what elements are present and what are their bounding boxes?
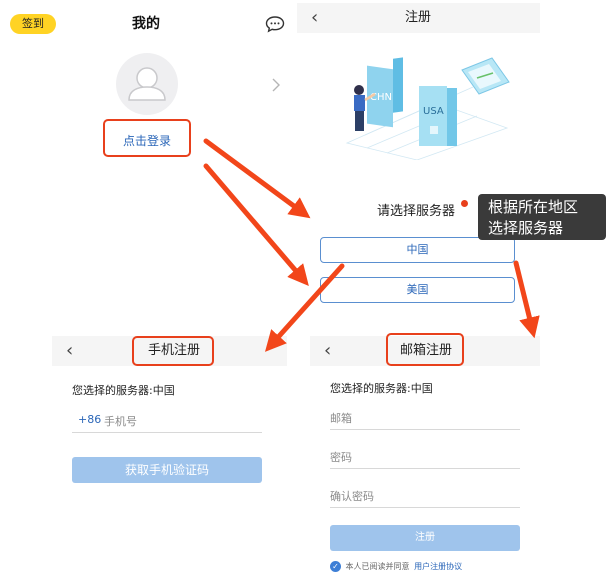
- get-code-label: 获取手机验证码: [124, 463, 209, 477]
- back-chevron-icon[interactable]: ‹: [324, 336, 331, 366]
- server-illustration: CHN USA: [327, 48, 517, 161]
- phone-input-underline: [72, 432, 262, 433]
- agreement-link[interactable]: 用户注册协议: [414, 562, 462, 571]
- phone-input[interactable]: 手机号: [104, 413, 137, 429]
- server-option-label: 美国: [406, 283, 429, 296]
- confirm-underline: [330, 507, 520, 508]
- phone-register-panel: ‹ 手机注册 您选择的服务器:中国 +86 手机号 获取手机验证码: [52, 336, 287, 516]
- submit-register-button[interactable]: 注册: [330, 525, 520, 551]
- signin-badge[interactable]: 签到: [10, 14, 56, 34]
- password-underline: [330, 468, 520, 469]
- callout-box: 根据所在地区 选择服务器: [478, 194, 606, 240]
- callout-line-1: 根据所在地区: [488, 198, 579, 216]
- email-title-highlight: [386, 333, 464, 366]
- register-title: 注册: [404, 10, 431, 25]
- password-input[interactable]: 密码: [330, 449, 352, 465]
- get-code-button[interactable]: 获取手机验证码: [72, 457, 262, 483]
- back-chevron-icon[interactable]: ‹: [66, 336, 73, 366]
- usa-label: USA: [423, 106, 444, 117]
- register-panel: ‹ 注册 CHN USA 请选择服务器 中国 美国: [297, 0, 540, 310]
- agree-checkbox-icon[interactable]: ✓: [330, 561, 341, 572]
- callout-dot: [461, 200, 468, 207]
- country-code[interactable]: +86: [78, 413, 101, 426]
- profile-panel: 签到 我的 点击登录: [0, 0, 295, 200]
- chevron-right-icon[interactable]: [271, 77, 281, 93]
- phone-input-row[interactable]: +86 手机号: [72, 410, 262, 432]
- phone-server-text: 您选择的服务器:中国: [72, 384, 175, 397]
- server-prompt: 请选择服务器: [377, 204, 456, 219]
- back-chevron-icon[interactable]: ‹: [311, 3, 318, 33]
- email-register-panel: ‹ 邮箱注册 您选择的服务器:中国 邮箱 密码 确认密码 注册 ✓ 本人已阅读并…: [310, 333, 540, 580]
- signin-label: 签到: [22, 17, 44, 30]
- message-icon[interactable]: [265, 15, 285, 33]
- server-option-usa[interactable]: 美国: [320, 277, 515, 303]
- email-input[interactable]: 邮箱: [330, 410, 352, 426]
- login-highlight: [103, 119, 191, 157]
- callout-line-2: 选择服务器: [488, 219, 564, 237]
- server-option-label: 中国: [406, 243, 429, 256]
- agree-text: 本人已阅读并同意: [345, 562, 410, 571]
- submit-label: 注册: [415, 532, 435, 543]
- email-underline: [330, 429, 520, 430]
- server-option-china[interactable]: 中国: [320, 237, 515, 263]
- phone-title-highlight: [132, 336, 214, 366]
- confirm-password-input[interactable]: 确认密码: [330, 488, 374, 504]
- user-icon: [128, 67, 166, 101]
- register-navbar: ‹ 注册: [297, 3, 540, 33]
- email-server-text: 您选择的服务器:中国: [330, 382, 433, 395]
- page-title: 我的: [132, 16, 160, 32]
- agreement-row: ✓ 本人已阅读并同意 用户注册协议: [330, 560, 530, 574]
- avatar[interactable]: [116, 53, 178, 115]
